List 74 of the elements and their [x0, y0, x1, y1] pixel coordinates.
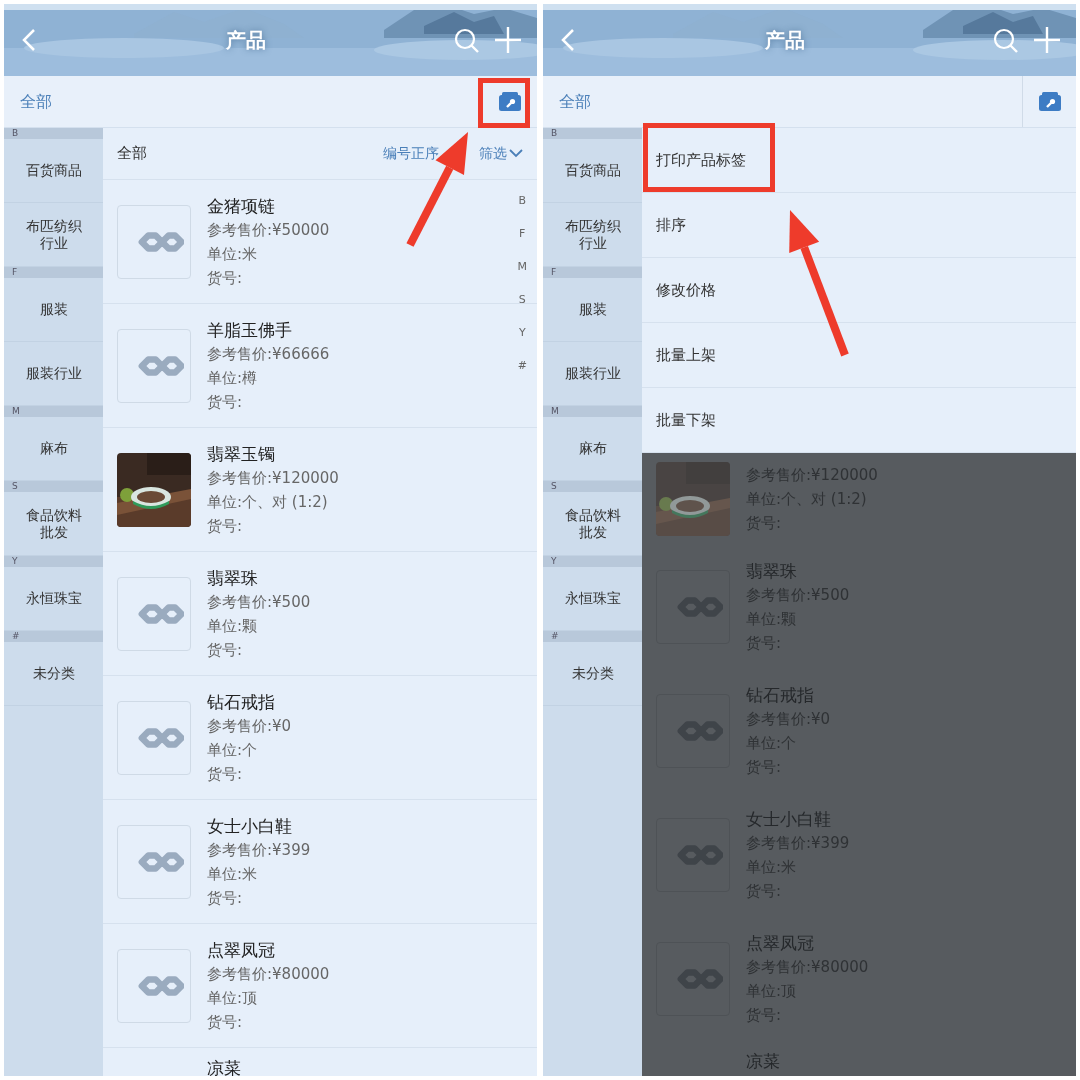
category-item[interactable]: 未分类: [4, 642, 103, 706]
plus-icon: [495, 27, 521, 53]
product-price: 参考售价:¥120000: [207, 467, 339, 489]
product-unit: 单位:樽: [207, 367, 259, 389]
category-filter-label[interactable]: 全部: [4, 89, 483, 114]
group-letter: #: [543, 631, 642, 642]
index-letter[interactable]: B: [517, 192, 527, 210]
product-unit: 单位:个: [207, 739, 259, 761]
list-title: 全部: [117, 143, 148, 165]
menu-item[interactable]: 打印产品标签: [642, 128, 1076, 193]
group-letter: B: [4, 128, 103, 139]
toolbox-icon: [499, 92, 521, 111]
product-name: 钻石戒指: [207, 690, 276, 714]
product-code: 货号:: [207, 887, 244, 909]
group-letter: B: [543, 128, 642, 139]
product-code: 货号:: [207, 515, 244, 537]
product-unit: 单位:颗: [207, 615, 259, 637]
product-price: 参考售价:¥80000: [207, 963, 330, 985]
product-price: 参考售价:¥66666: [207, 343, 330, 365]
product-unit: 单位:个、对 (1:2): [207, 491, 329, 513]
search-button[interactable]: [993, 27, 1018, 53]
category-item[interactable]: 服装: [4, 278, 103, 342]
chevron-left-icon: [20, 27, 38, 53]
product-code: 货号:: [207, 1011, 244, 1033]
menu-item[interactable]: 批量上架: [642, 323, 1076, 388]
product-unit: 单位:米: [207, 243, 259, 265]
product-name: 凉菜: [207, 1057, 241, 1076]
toolbox-icon: [1038, 92, 1061, 111]
product-name: 翡翠珠: [207, 566, 259, 590]
product-price: 参考售价:¥399: [207, 839, 311, 861]
index-letter[interactable]: Y: [517, 324, 527, 342]
sort-button[interactable]: 编号正序: [383, 143, 439, 164]
group-letter: M: [543, 406, 642, 417]
search-icon: [454, 27, 479, 53]
product-code: 货号:: [207, 391, 244, 413]
product-name: 翡翠玉镯: [207, 442, 276, 466]
chevron-down-icon: [509, 149, 523, 158]
product-unit: 单位:顶: [207, 987, 259, 1009]
index-letter[interactable]: #: [517, 357, 527, 375]
plus-icon: [1034, 27, 1060, 53]
screen-title: 产品: [764, 27, 806, 54]
add-button[interactable]: [495, 27, 521, 53]
group-letter: #: [4, 631, 103, 642]
product-price: 参考售价:¥0: [207, 715, 292, 737]
product-code: 货号:: [207, 763, 244, 785]
search-icon: [993, 27, 1018, 53]
product-price: 参考售价:¥50000: [207, 219, 330, 241]
index-letter[interactable]: M: [517, 258, 527, 276]
group-letter: Y: [4, 556, 103, 567]
add-button[interactable]: [1034, 27, 1060, 53]
product-code: 货号:: [207, 267, 244, 289]
product-price: 参考售价:¥500: [207, 591, 311, 613]
product-name: 女士小白鞋: [207, 814, 293, 838]
product-code: 货号:: [207, 639, 244, 661]
product-name: 点翠凤冠: [207, 938, 276, 962]
filter-button[interactable]: 筛选: [479, 143, 523, 164]
search-button[interactable]: [454, 27, 479, 53]
group-letter: S: [543, 481, 642, 492]
menu-item[interactable]: 修改价格: [642, 258, 1076, 323]
chevron-left-icon: [559, 27, 577, 53]
group-letter: Y: [543, 556, 642, 567]
product-unit: 单位:米: [207, 863, 259, 885]
group-letter: F: [4, 267, 103, 278]
product-name: 金猪项链: [207, 194, 276, 218]
screen-title: 产品: [225, 27, 267, 54]
category-filter-label[interactable]: 全部: [543, 89, 1022, 114]
group-letter: S: [4, 481, 103, 492]
index-letter[interactable]: F: [517, 225, 527, 243]
category-item[interactable]: 百货商品: [4, 139, 103, 203]
group-letter: F: [543, 267, 642, 278]
index-letter[interactable]: S: [517, 291, 527, 309]
product-name: 羊脂玉佛手: [207, 318, 293, 342]
group-letter: M: [4, 406, 103, 417]
highlight-frame: [478, 78, 530, 128]
